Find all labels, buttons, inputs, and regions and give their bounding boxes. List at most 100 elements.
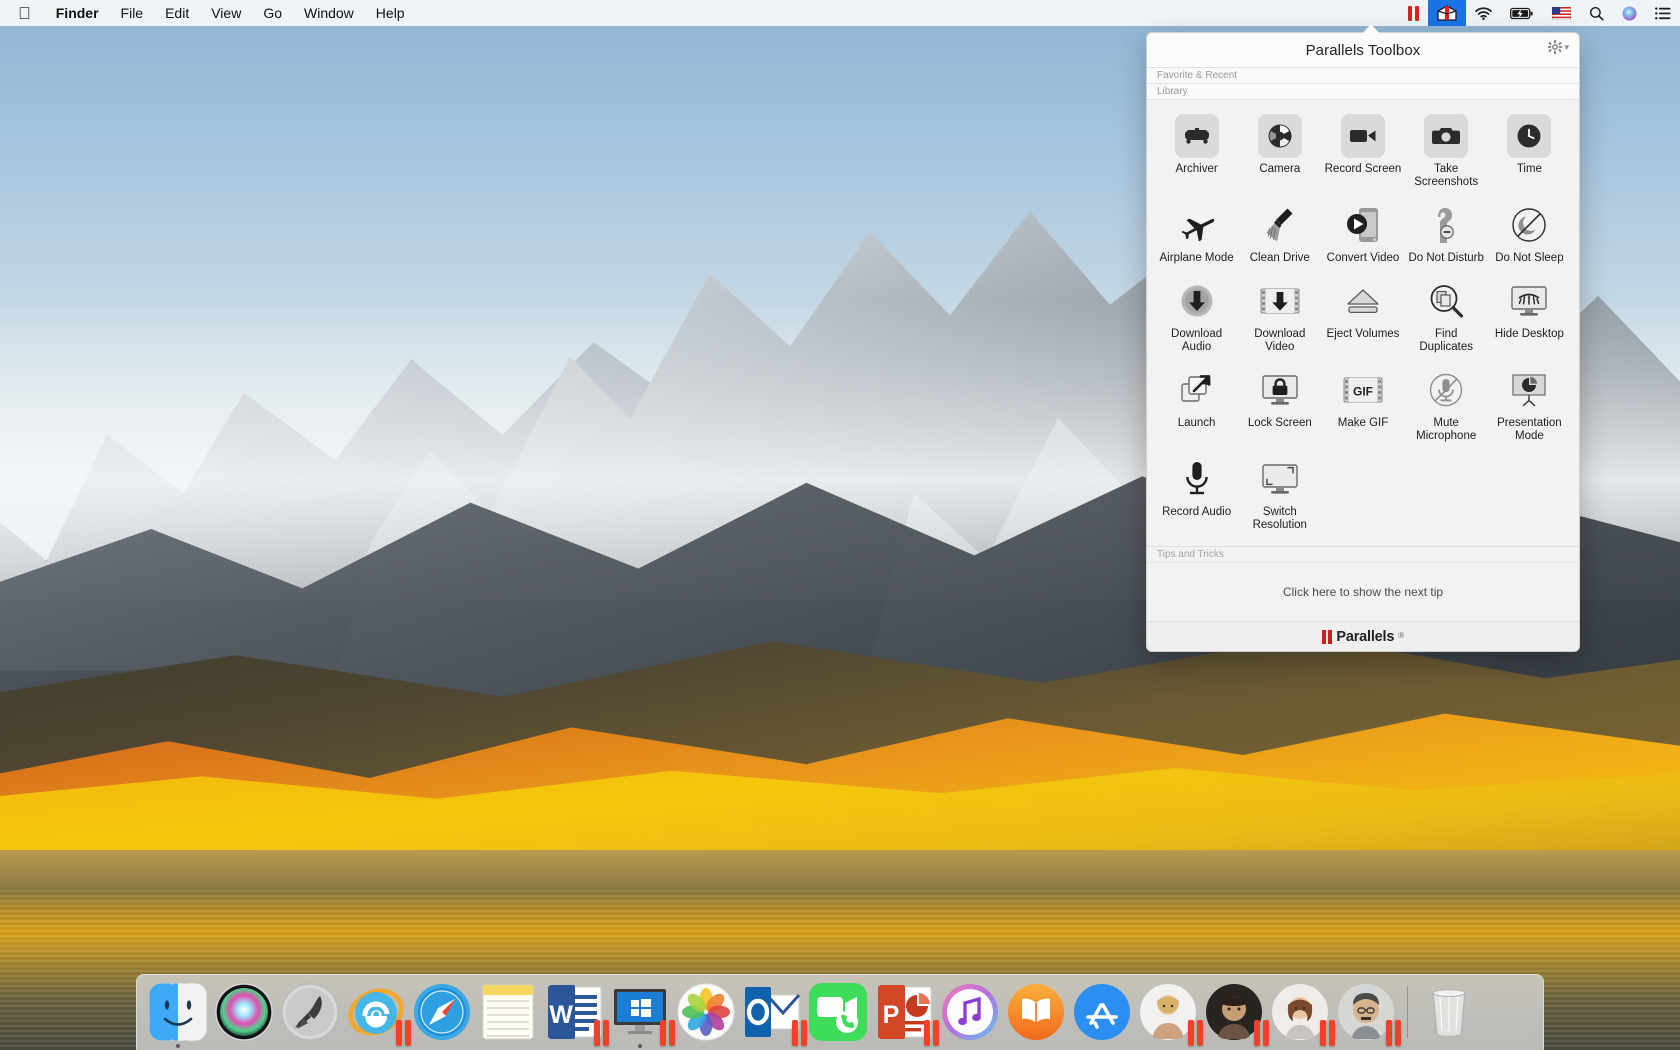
tool-convert-video[interactable]: Convert Video bbox=[1321, 197, 1404, 269]
dock-item-itunes[interactable] bbox=[937, 976, 1003, 1048]
dock-item-launchpad[interactable] bbox=[277, 976, 343, 1048]
tool-label: Make GIF bbox=[1337, 417, 1389, 429]
dock-item-contact-2[interactable] bbox=[1201, 976, 1269, 1048]
tool-make-gif[interactable]: GIF Make GIF bbox=[1321, 362, 1404, 447]
trademark-symbol: ® bbox=[1398, 630, 1405, 640]
parallels-toolbox-menu-icon[interactable] bbox=[1428, 0, 1466, 26]
tool-archiver[interactable]: Archiver bbox=[1155, 108, 1238, 193]
parallels-logo-icon: Parallels ® bbox=[1321, 629, 1405, 645]
running-indicator bbox=[308, 1044, 312, 1048]
photo-camera-icon bbox=[1424, 114, 1469, 158]
tool-download-video[interactable]: Download Video bbox=[1238, 273, 1321, 358]
running-indicator bbox=[836, 1044, 840, 1048]
tool-do-not-sleep[interactable]: Do Not Sleep bbox=[1488, 197, 1571, 269]
menu-item-help[interactable]: Help bbox=[365, 0, 416, 26]
clock-icon bbox=[1507, 114, 1552, 158]
tool-do-not-disturb[interactable]: Do Not Disturb bbox=[1405, 197, 1488, 269]
page-title: Parallels Toolbox bbox=[1305, 41, 1421, 59]
input-flag-us-icon[interactable] bbox=[1543, 0, 1580, 26]
tool-presentation-mode[interactable]: Presentation Mode bbox=[1488, 362, 1571, 447]
camera-shutter-icon bbox=[1257, 114, 1302, 158]
section-library[interactable]: Library bbox=[1147, 83, 1579, 99]
dock-item-contact-4[interactable] bbox=[1333, 976, 1401, 1048]
dock-divider bbox=[1407, 986, 1408, 1038]
chevron-down-icon: ▾ bbox=[1564, 41, 1569, 52]
tool-switch-resolution[interactable]: Switch Resolution bbox=[1238, 451, 1321, 536]
menu-item-view[interactable]: View bbox=[200, 0, 252, 26]
gear-icon[interactable]: ▾ bbox=[1548, 40, 1569, 54]
tool-clean-drive[interactable]: Clean Drive bbox=[1238, 197, 1321, 269]
dock-item-finder[interactable] bbox=[145, 976, 211, 1048]
wifi-icon[interactable] bbox=[1466, 0, 1501, 26]
tool-label: Download Audio bbox=[1171, 328, 1223, 353]
tool-launch[interactable]: Launch bbox=[1155, 362, 1238, 447]
running-indicator bbox=[1166, 1044, 1170, 1048]
spotlight-search-icon[interactable] bbox=[1580, 0, 1613, 26]
notification-center-icon[interactable] bbox=[1646, 0, 1680, 26]
tool-hide-desktop[interactable]: Hide Desktop bbox=[1488, 273, 1571, 358]
crossed-moon-icon bbox=[1507, 203, 1551, 247]
dock-item-notes[interactable] bbox=[475, 976, 541, 1048]
parallels-bars-icon[interactable] bbox=[1399, 0, 1428, 26]
tool-label: Airplane Mode bbox=[1159, 252, 1234, 264]
tips-and-tricks-section: Tips and Tricks Click here to show the n… bbox=[1147, 546, 1579, 621]
dock-item-internet-explorer[interactable]: e bbox=[343, 976, 411, 1048]
tool-airplane-mode[interactable]: Airplane Mode bbox=[1155, 197, 1238, 269]
menu-item-file[interactable]: File bbox=[110, 0, 155, 26]
tool-time[interactable]: Time bbox=[1488, 108, 1571, 193]
mic-muted-icon bbox=[1424, 368, 1468, 412]
tool-record-audio[interactable]: Record Audio bbox=[1155, 451, 1238, 536]
finder-icon bbox=[149, 983, 207, 1041]
tool-find-duplicates[interactable]: Find Duplicates bbox=[1405, 273, 1488, 358]
dock-item-app-store[interactable] bbox=[1069, 976, 1135, 1048]
running-indicator bbox=[1232, 1044, 1236, 1048]
tool-take-screenshots[interactable]: Take Screenshots bbox=[1405, 108, 1488, 193]
section-favorite-recent[interactable]: Favorite & Recent bbox=[1147, 67, 1579, 83]
dock-item-outlook[interactable] bbox=[739, 976, 807, 1048]
gif-film-icon: GIF bbox=[1341, 368, 1385, 412]
dock-item-windows-vm[interactable] bbox=[607, 976, 675, 1048]
dock-item-siri[interactable] bbox=[211, 976, 277, 1048]
dock-item-contact-1[interactable] bbox=[1135, 976, 1203, 1048]
dock-item-contact-3[interactable] bbox=[1267, 976, 1335, 1048]
tool-label: Do Not Sleep bbox=[1495, 252, 1564, 264]
tips-next-tip-link[interactable]: Click here to show the next tip bbox=[1147, 563, 1579, 621]
tool-record-screen[interactable]: Record Screen bbox=[1321, 108, 1404, 193]
download-film-icon bbox=[1258, 279, 1302, 323]
dock-item-word[interactable]: W bbox=[541, 976, 609, 1048]
tool-mute-microphone[interactable]: Mute Microphone bbox=[1405, 362, 1488, 447]
tool-label: Do Not Disturb bbox=[1408, 252, 1484, 264]
magnifier-files-icon bbox=[1424, 279, 1468, 323]
dock-item-photos[interactable] bbox=[673, 976, 739, 1048]
dock-item-ibooks[interactable] bbox=[1003, 976, 1069, 1048]
tool-eject-volumes[interactable]: Eject Volumes bbox=[1321, 273, 1404, 358]
siri-icon[interactable] bbox=[1613, 0, 1646, 26]
running-indicator bbox=[1364, 1044, 1368, 1048]
airplane-icon bbox=[1175, 203, 1219, 247]
toolbox-footer: Parallels ® bbox=[1147, 621, 1579, 651]
photos-icon bbox=[677, 983, 735, 1041]
tool-lock-screen[interactable]: Lock Screen bbox=[1238, 362, 1321, 447]
running-indicator bbox=[176, 1044, 180, 1048]
launch-arrow-icon bbox=[1175, 368, 1219, 412]
launchpad-icon bbox=[281, 983, 339, 1041]
running-indicator bbox=[440, 1044, 444, 1048]
tool-label: Hide Desktop bbox=[1494, 328, 1564, 340]
battery-charging-icon[interactable] bbox=[1501, 0, 1543, 26]
dock-item-facetime[interactable] bbox=[805, 976, 871, 1048]
tool-camera[interactable]: Camera bbox=[1238, 108, 1321, 193]
tool-label: Switch Resolution bbox=[1252, 506, 1307, 531]
app-store-icon bbox=[1073, 983, 1131, 1041]
apple-logo-icon[interactable]:  bbox=[0, 5, 45, 22]
download-audio-icon bbox=[1175, 279, 1219, 323]
dock-item-safari[interactable] bbox=[409, 976, 475, 1048]
menu-item-edit[interactable]: Edit bbox=[154, 0, 200, 26]
menu-item-window[interactable]: Window bbox=[293, 0, 365, 26]
dock-item-powerpoint[interactable]: P bbox=[871, 976, 939, 1048]
tool-download-audio[interactable]: Download Audio bbox=[1155, 273, 1238, 358]
menu-item-finder[interactable]: Finder bbox=[45, 0, 110, 26]
tool-label: Download Video bbox=[1254, 328, 1306, 353]
menu-item-go[interactable]: Go bbox=[252, 0, 293, 26]
dock-item-trash[interactable] bbox=[1416, 976, 1482, 1048]
tool-label: Archiver bbox=[1175, 163, 1218, 175]
